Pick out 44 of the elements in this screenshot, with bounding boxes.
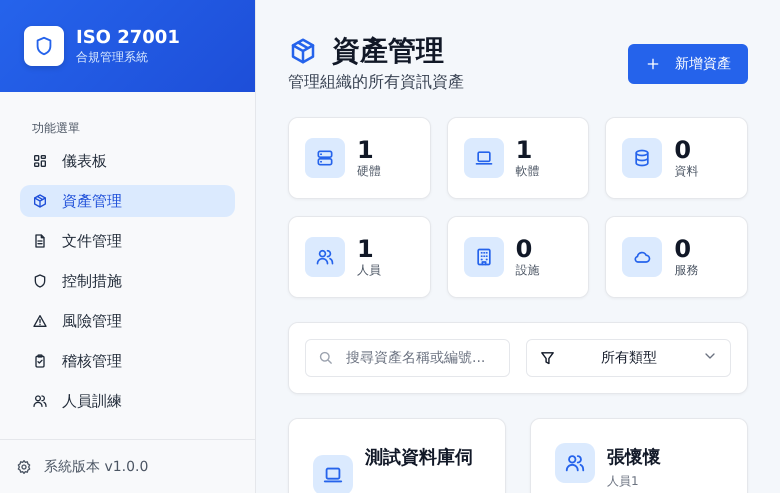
page-title: 資產管理 xyxy=(332,33,444,69)
version-label: 系統版本 v1.0.0 xyxy=(44,458,148,476)
stat-value: 0 xyxy=(674,136,692,162)
type-dropdown[interactable]: 所有類型 xyxy=(526,339,731,377)
asset-card[interactable]: 張懷懷 人員1 xyxy=(530,418,748,493)
search-field[interactable]: 搜尋資產名稱或編號... xyxy=(305,339,510,377)
stat-label: 服務 xyxy=(674,262,698,278)
asset-name: 張懷懷 xyxy=(607,446,661,470)
add-asset-button[interactable]: 新增資產 xyxy=(628,44,748,84)
app-subtitle: 合規管理系統 xyxy=(76,48,149,66)
grid-icon xyxy=(32,153,48,169)
people-icon xyxy=(315,247,335,267)
sidebar-item[interactable]: 文件管理 xyxy=(20,225,235,257)
stat-value: 1 xyxy=(357,236,375,262)
asset-card[interactable]: 測試資料庫伺 xyxy=(288,418,506,493)
people-icon xyxy=(564,452,586,474)
sidebar-item[interactable]: 控制措施 xyxy=(20,265,235,297)
stat-label: 資料 xyxy=(674,162,698,180)
stat-value: 1 xyxy=(516,136,534,162)
settings-icon xyxy=(16,458,32,474)
cube-icon xyxy=(32,193,48,209)
sidebar-item[interactable]: 風險管理 xyxy=(20,305,235,337)
sidebar-item[interactable]: 儀表板 xyxy=(20,145,235,177)
asset-name: 測試資料庫伺 xyxy=(365,446,473,470)
stat-label: 人員 xyxy=(357,262,381,278)
sidebar-item[interactable]: 資產管理 xyxy=(20,185,235,217)
plus-icon xyxy=(645,56,661,72)
sidebar-item[interactable]: 人員訓練 xyxy=(20,385,235,417)
server-icon xyxy=(315,148,335,168)
stat-label: 設施 xyxy=(516,262,540,278)
stat-label: 軟體 xyxy=(516,162,540,180)
asset-type: 人員1 xyxy=(607,473,640,490)
people-icon xyxy=(32,393,48,409)
app-title: ISO 27001 xyxy=(76,26,180,48)
sidebar-item[interactable]: 稽核管理 xyxy=(20,345,235,377)
shield-icon xyxy=(32,273,48,289)
warning-icon xyxy=(32,313,48,329)
menu-section-label: 功能選單 xyxy=(31,120,81,137)
stat-value: 1 xyxy=(357,136,375,162)
page-subtitle: 管理組織的所有資訊資產 xyxy=(288,72,464,93)
stat-value: 0 xyxy=(516,236,534,262)
filter-icon xyxy=(538,350,556,366)
stat-label: 硬體 xyxy=(357,162,381,180)
stat-value: 0 xyxy=(674,236,692,262)
